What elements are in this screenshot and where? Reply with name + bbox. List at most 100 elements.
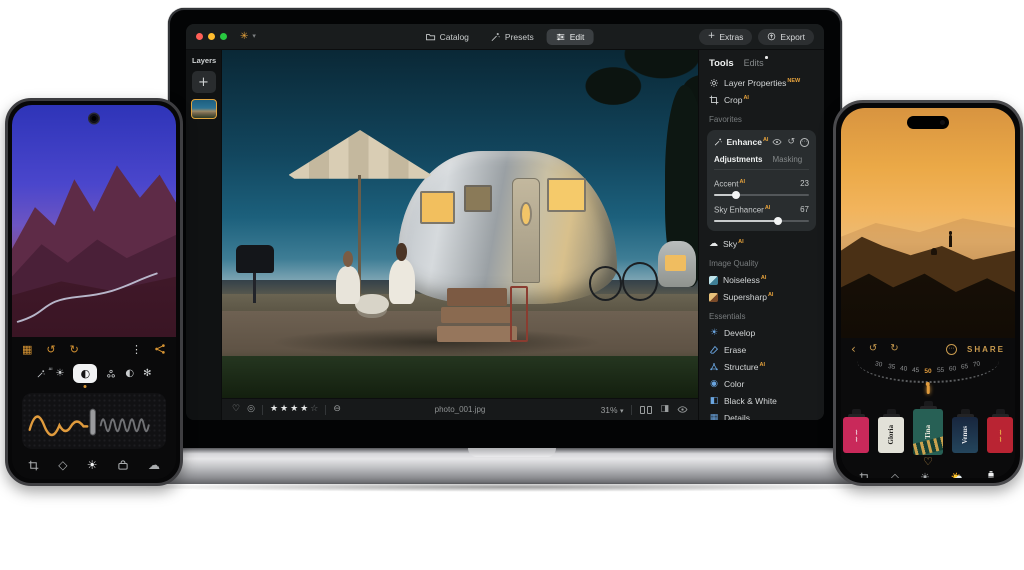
- undo-icon[interactable]: ↺: [869, 344, 877, 354]
- enhance-ai-icon[interactable]: AI: [36, 369, 46, 379]
- sky-enhancer-slider-track[interactable]: [714, 220, 809, 223]
- adjust-sun-icon-selected[interactable]: ☀: [87, 459, 98, 471]
- photo-winding-road: [12, 244, 176, 337]
- caret-down-icon: ▾: [620, 408, 624, 415]
- accent-slider-knob[interactable]: [732, 191, 740, 199]
- dynamic-island: [907, 116, 949, 129]
- accent-slider-track[interactable]: [714, 194, 809, 197]
- strength-dial[interactable]: 30 35 40 45 50 55 60 65 70: [851, 359, 1005, 393]
- film-canister-tina-selected[interactable]: Tina: [913, 401, 943, 455]
- tab-adjustments[interactable]: Adjustments: [714, 155, 762, 164]
- layer-thumbnail-selected[interactable]: [191, 99, 217, 119]
- camera-punch-hole: [90, 114, 99, 123]
- film-canister-gloria[interactable]: Gloria: [878, 409, 904, 453]
- film-canister-icon-selected[interactable]: [985, 471, 997, 478]
- contrast-icon[interactable]: ◐: [125, 369, 134, 379]
- tool-details[interactable]: ▦ Details: [709, 413, 816, 420]
- tab-edits[interactable]: Edits: [744, 58, 764, 68]
- split-view-icon[interactable]: ◨: [660, 405, 669, 414]
- zoom-level[interactable]: 31% ▾: [601, 405, 624, 415]
- view-tabs: Catalog Presets Edit: [417, 24, 594, 49]
- adjustment-icon-row: AI ☀ ◐ ◐ ✻: [22, 364, 166, 383]
- sky-cloud-icon[interactable]: ⛅: [951, 472, 965, 479]
- favorite-heart-icon[interactable]: ♡: [851, 456, 1005, 467]
- tool-black-white[interactable]: ◧ Black & White: [709, 396, 816, 406]
- photo-canvas[interactable]: [222, 50, 698, 398]
- toolbag-icon[interactable]: [117, 459, 129, 471]
- tool-develop[interactable]: ☀ Develop: [709, 328, 816, 338]
- photo-person: [336, 266, 360, 304]
- window-minimize-button[interactable]: [208, 33, 215, 40]
- plus-icon: +: [708, 32, 716, 41]
- divider: [325, 405, 326, 415]
- photo-figure-standing: [949, 235, 953, 247]
- scrubber-handle[interactable]: [90, 409, 95, 435]
- visibility-eye-icon[interactable]: [772, 137, 782, 147]
- curve-right-wave: [101, 419, 149, 431]
- flag-icon[interactable]: ◎: [247, 405, 255, 414]
- layers-panel: Layers +: [186, 50, 222, 420]
- iphone-screen: ‹ ↺ ↻ ⋯ SHARE 30 35 40 45 50 55 60: [841, 108, 1015, 478]
- logo-caret-icon[interactable]: ▾: [252, 33, 256, 40]
- tool-noiseless[interactable]: NoiselessAI: [709, 275, 816, 285]
- panel-more-icon[interactable]: ⋯: [800, 138, 809, 147]
- share-icon[interactable]: [154, 343, 166, 355]
- sky-enhancer-slider-knob[interactable]: [774, 217, 782, 225]
- ai-badge: AI: [738, 239, 744, 245]
- tab-tools[interactable]: Tools: [709, 58, 734, 69]
- favorite-heart-icon[interactable]: ♡: [232, 405, 240, 414]
- star-rating[interactable]: ★ ★ ★ ★ ☆: [270, 405, 318, 414]
- window-close-button[interactable]: [196, 33, 203, 40]
- ai-badge: AI: [765, 205, 771, 211]
- extras-button[interactable]: + Extras: [699, 29, 753, 45]
- window-zoom-button[interactable]: [220, 33, 227, 40]
- photo-editor-window: ✳ ▾ Catalog Presets Edit: [186, 24, 824, 420]
- tab-edit[interactable]: Edit: [547, 29, 594, 45]
- hsl-icon[interactable]: [106, 369, 116, 379]
- film-canister-venus[interactable]: Venus: [952, 409, 978, 453]
- grid-icon[interactable]: ▦: [22, 344, 32, 355]
- share-button[interactable]: SHARE: [967, 345, 1005, 354]
- tab-catalog[interactable]: Catalog: [417, 29, 478, 45]
- cloud-icon: ☁: [709, 240, 718, 249]
- crop-icon[interactable]: [859, 472, 870, 479]
- tab-masking[interactable]: Masking: [772, 155, 802, 164]
- preview-eye-icon[interactable]: [677, 404, 688, 415]
- export-button[interactable]: Export: [758, 29, 814, 45]
- tool-sky[interactable]: ☁ SkyAI: [709, 239, 816, 249]
- undo-icon[interactable]: ↺: [46, 344, 55, 355]
- redo-icon[interactable]: ↻: [890, 344, 898, 354]
- tool-crop[interactable]: CropAI: [709, 95, 816, 105]
- develop-sun-icon[interactable]: ☀: [55, 369, 64, 379]
- filters-diamond-icon[interactable]: ◇: [891, 472, 899, 479]
- film-canister[interactable]: ⌇⌇: [987, 409, 1013, 453]
- android-phone-screen: ▦ ↺ ↻ ⋮ AI ☀ ◐ ◐ ✻: [12, 105, 176, 479]
- add-layer-button[interactable]: +: [192, 71, 216, 93]
- film-preset-carousel[interactable]: ⌇⌇ Gloria Tina V: [851, 395, 1005, 453]
- tool-structure[interactable]: StructureAI: [709, 362, 816, 372]
- divider: [262, 405, 263, 415]
- crop-icon[interactable]: [28, 460, 39, 471]
- filters-diamond-icon[interactable]: ◇: [58, 459, 67, 471]
- more-menu-icon[interactable]: ⋮: [131, 344, 142, 355]
- tool-erase[interactable]: Erase: [709, 345, 816, 355]
- back-chevron-icon[interactable]: ‹: [851, 343, 856, 355]
- sky-cloud-icon[interactable]: ☁: [148, 459, 160, 471]
- tool-color[interactable]: ◉ Color: [709, 379, 816, 389]
- compare-icon[interactable]: [640, 406, 652, 414]
- flower-detail-icon[interactable]: ✻: [143, 369, 151, 379]
- curve-scrubber[interactable]: [22, 393, 166, 449]
- color-label-icon[interactable]: ⊖: [333, 405, 341, 414]
- film-canister[interactable]: ⌇⌇: [843, 409, 869, 453]
- tone-tool-selected[interactable]: ◐: [73, 364, 97, 383]
- sliders-icon: [556, 32, 566, 42]
- more-circle-icon[interactable]: ⋯: [946, 344, 957, 355]
- adjust-sun-icon[interactable]: ☀: [920, 472, 930, 479]
- statusbar: ♡ ◎ ★ ★ ★ ★ ☆ ⊖: [222, 398, 698, 420]
- tool-supersharp[interactable]: SupersharpAI: [709, 292, 816, 302]
- reset-undo-icon[interactable]: ↺: [787, 138, 795, 147]
- redo-icon[interactable]: ↻: [70, 344, 79, 355]
- tool-layer-properties[interactable]: Layer PropertiesNEW: [709, 78, 816, 88]
- tab-presets[interactable]: Presets: [482, 29, 543, 45]
- photo-grill: [236, 245, 274, 273]
